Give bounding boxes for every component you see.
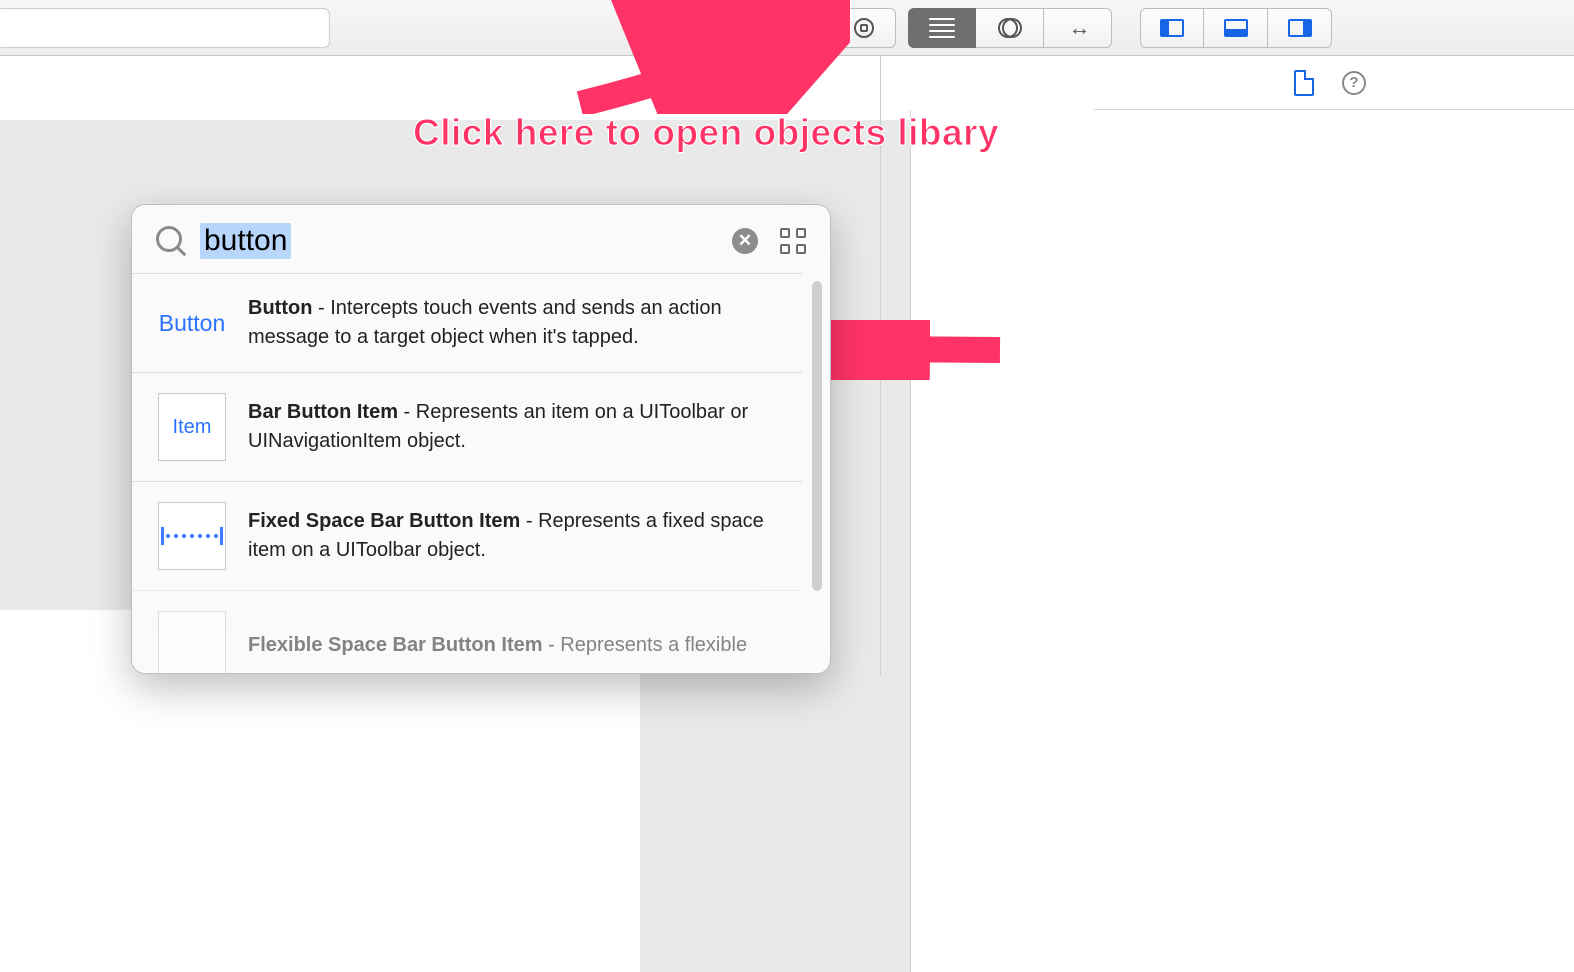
library-results-list[interactable]: Button Button - Intercepts touch events … <box>132 273 830 673</box>
standard-editor-button[interactable] <box>908 8 976 48</box>
grid-view-toggle[interactable] <box>780 228 806 254</box>
library-search-input[interactable]: button <box>200 223 291 259</box>
result-text: Flexible Space Bar Button Item - Represe… <box>248 631 747 660</box>
result-text: Bar Button Item - Represents an item on … <box>248 398 778 456</box>
library-result-row[interactable]: Flexible Space Bar Button Item - Represe… <box>132 590 802 673</box>
library-result-row[interactable]: Fixed Space Bar Button Item - Represents… <box>132 481 802 590</box>
search-icon <box>156 226 186 256</box>
annotation-callout: Click here to open objects libary <box>413 112 999 154</box>
venn-icon <box>998 18 1022 38</box>
panel-bottom-icon <box>1224 19 1248 37</box>
result-text: Fixed Space Bar Button Item - Represents… <box>248 507 778 565</box>
file-inspector-tab[interactable] <box>1294 70 1314 96</box>
flex-space-thumb <box>158 611 226 673</box>
quick-help-tab[interactable]: ? <box>1342 71 1366 95</box>
object-library-icon <box>854 18 874 38</box>
panel-right-icon <box>1288 19 1312 37</box>
inspector-panel <box>910 110 1574 972</box>
fixed-space-thumb <box>158 502 226 570</box>
lines-icon <box>929 18 955 38</box>
library-search-bar: button ✕ <box>132 205 830 273</box>
result-text: Button - Intercepts touch events and sen… <box>248 294 778 352</box>
toggle-inspector-button[interactable] <box>1268 8 1332 48</box>
swap-arrows-icon: ↔ <box>1069 15 1087 41</box>
scrollbar[interactable] <box>812 281 822 591</box>
library-result-row[interactable]: Item Bar Button Item - Represents an ite… <box>132 372 802 481</box>
toggle-navigator-button[interactable] <box>1140 8 1204 48</box>
toggle-debug-button[interactable] <box>1204 8 1268 48</box>
bar-button-thumb: Item <box>158 393 226 461</box>
library-button-group <box>832 8 896 48</box>
clear-search-button[interactable]: ✕ <box>732 228 758 254</box>
version-editor-button[interactable]: ↔ <box>1044 8 1112 48</box>
button-thumb: Button <box>159 310 226 337</box>
object-library-popover: button ✕ Button Button - Intercepts touc… <box>131 204 831 674</box>
inspector-tab-bar: ? <box>1094 56 1574 110</box>
toolbar-search-field[interactable] <box>0 8 330 48</box>
assistant-editor-button[interactable] <box>976 8 1044 48</box>
editor-mode-group: ↔ <box>908 8 1112 48</box>
panel-left-icon <box>1160 19 1184 37</box>
library-result-row[interactable]: Button Button - Intercepts touch events … <box>132 273 802 372</box>
open-object-library-button[interactable] <box>832 8 896 48</box>
panel-toggle-group <box>1140 8 1332 48</box>
window-toolbar: ↔ <box>0 0 1574 56</box>
